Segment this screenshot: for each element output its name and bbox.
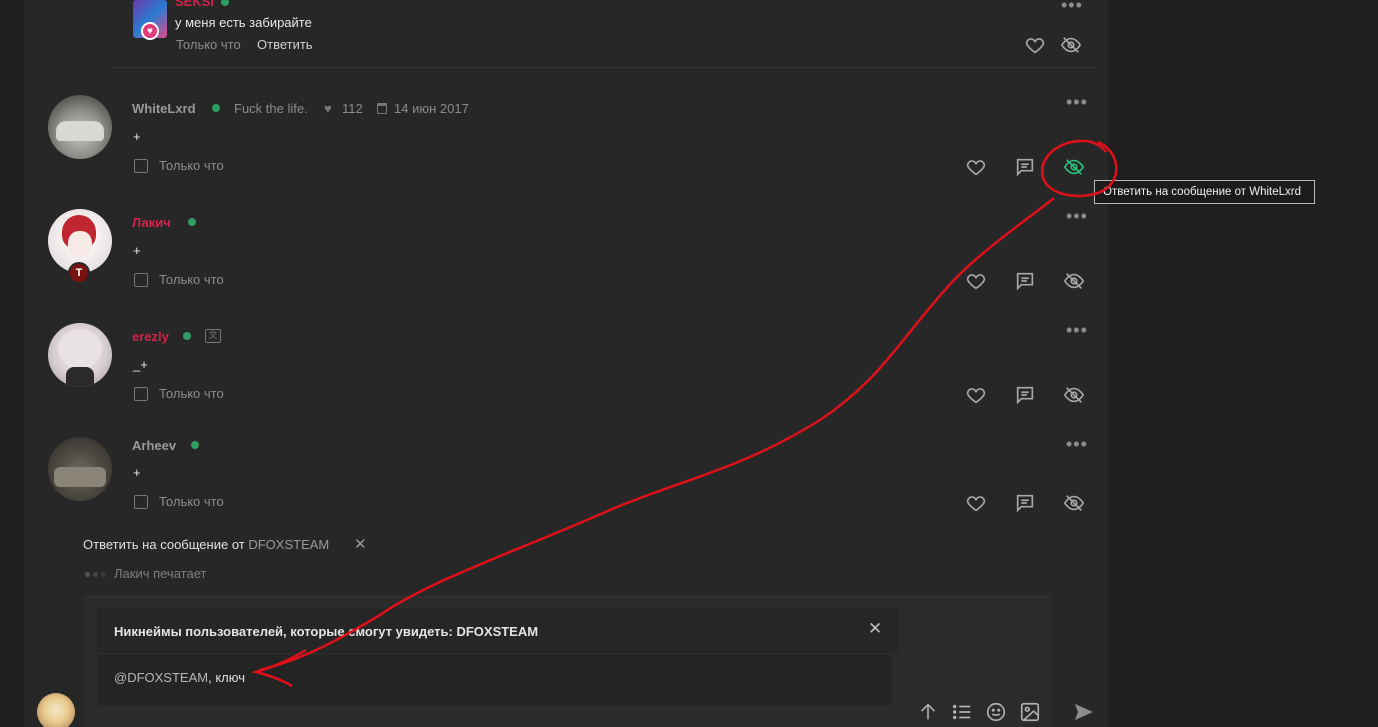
author-name[interactable]: Arheev	[132, 438, 176, 453]
calendar-icon	[377, 103, 387, 114]
typing-text: Лакич печатает	[114, 566, 207, 581]
avatar[interactable]	[48, 323, 112, 387]
eye-off-icon[interactable]	[1062, 155, 1086, 179]
online-indicator	[191, 441, 199, 449]
typing-dot	[101, 572, 106, 578]
eye-off-icon[interactable]	[1062, 491, 1086, 515]
author-name[interactable]: erezly	[132, 329, 169, 344]
message-time: Только что	[159, 386, 224, 401]
avatar-face	[68, 231, 92, 257]
heart-icon[interactable]	[964, 269, 988, 293]
cancel-reply-button[interactable]: ✕	[354, 535, 367, 553]
list-icon[interactable]	[951, 701, 973, 723]
author-name[interactable]: WhiteLxrd	[132, 101, 196, 116]
heart-icon[interactable]	[1023, 33, 1047, 57]
message-time: Только что	[159, 494, 224, 509]
avatar[interactable]	[48, 95, 112, 159]
screen: ♥ SEKSI у меня есть забирайте Только что…	[0, 0, 1378, 727]
select-checkbox[interactable]	[134, 495, 148, 509]
more-dots-icon[interactable]: •••	[1066, 321, 1088, 339]
eye-off-icon[interactable]	[1062, 269, 1086, 293]
reply-target-name: DFOXSTEAM	[248, 537, 330, 552]
online-indicator	[212, 104, 220, 112]
select-checkbox[interactable]	[134, 273, 148, 287]
heart-icon[interactable]	[964, 383, 988, 407]
typing-dot	[85, 572, 90, 578]
message-time: Только что	[159, 158, 224, 173]
likes-count: 112	[342, 101, 363, 116]
input-text: , ключ	[208, 670, 245, 685]
reply-icon[interactable]	[1013, 491, 1037, 515]
reply-icon[interactable]	[1013, 269, 1037, 293]
heart-icon[interactable]	[964, 491, 988, 515]
typing-indicator: Лакич печатает	[85, 566, 206, 581]
avatar[interactable]	[48, 437, 112, 501]
author-status: Fuck the life.	[234, 101, 308, 116]
my-avatar[interactable]	[37, 693, 75, 727]
more-dots-icon[interactable]: •••	[1066, 207, 1088, 225]
avatar-outfit	[66, 367, 94, 387]
online-indicator	[188, 218, 196, 226]
message-time: Только что	[159, 272, 224, 287]
rank-badge: T	[68, 262, 90, 284]
send-icon[interactable]	[1072, 700, 1096, 724]
visibility-label: Никнеймы пользователей, которые смогут у…	[114, 624, 539, 639]
avatar-scene	[54, 467, 106, 487]
top-comment-author[interactable]: SEKSI	[175, 0, 214, 9]
message-input-text[interactable]: @DFOXSTEAM, ключ	[114, 670, 245, 685]
tooltip: Ответить на сообщение от WhiteLxrd	[1094, 180, 1315, 204]
heart-small-icon: ♥	[324, 101, 332, 116]
message-text: +	[133, 243, 141, 258]
eye-off-icon[interactable]	[1062, 383, 1086, 407]
emoji-icon[interactable]	[985, 701, 1007, 723]
translate-icon[interactable]: 文	[205, 329, 221, 343]
more-dots-icon[interactable]: •••	[1066, 93, 1088, 111]
heart-badge-icon: ♥	[141, 22, 159, 40]
top-comment-text: у меня есть забирайте	[175, 15, 312, 30]
message-text: _+	[133, 357, 148, 372]
select-checkbox[interactable]	[134, 159, 148, 173]
message-text: +	[133, 129, 141, 144]
avatar-hair	[58, 329, 102, 369]
online-indicator	[183, 332, 191, 340]
image-icon[interactable]	[1019, 701, 1041, 723]
arrow-up-icon[interactable]	[917, 701, 939, 723]
mention: @DFOXSTEAM	[114, 670, 209, 685]
author-name[interactable]: Лакич	[132, 215, 171, 230]
reply-icon[interactable]	[1013, 383, 1037, 407]
car-image	[56, 121, 104, 141]
top-comment-reply-link[interactable]: Ответить	[257, 37, 313, 52]
message-text: +	[133, 465, 141, 480]
divider	[112, 67, 1096, 68]
right-gutter	[1108, 0, 1378, 727]
reply-prefix: Ответить на сообщение от	[83, 537, 245, 552]
heart-icon[interactable]	[964, 155, 988, 179]
more-dots-icon[interactable]: •••	[1061, 0, 1083, 14]
typing-dot	[93, 572, 98, 578]
register-date: 14 июн 2017	[394, 101, 469, 116]
eye-off-icon[interactable]	[1059, 33, 1083, 57]
reply-target-bar: Ответить на сообщение от DFOXSTEAM	[83, 537, 329, 552]
top-comment-time: Только что	[176, 37, 241, 52]
more-dots-icon[interactable]: •••	[1066, 435, 1088, 453]
reply-icon[interactable]	[1013, 155, 1037, 179]
visibility-close-button[interactable]: ✕	[868, 619, 882, 639]
select-checkbox[interactable]	[134, 387, 148, 401]
